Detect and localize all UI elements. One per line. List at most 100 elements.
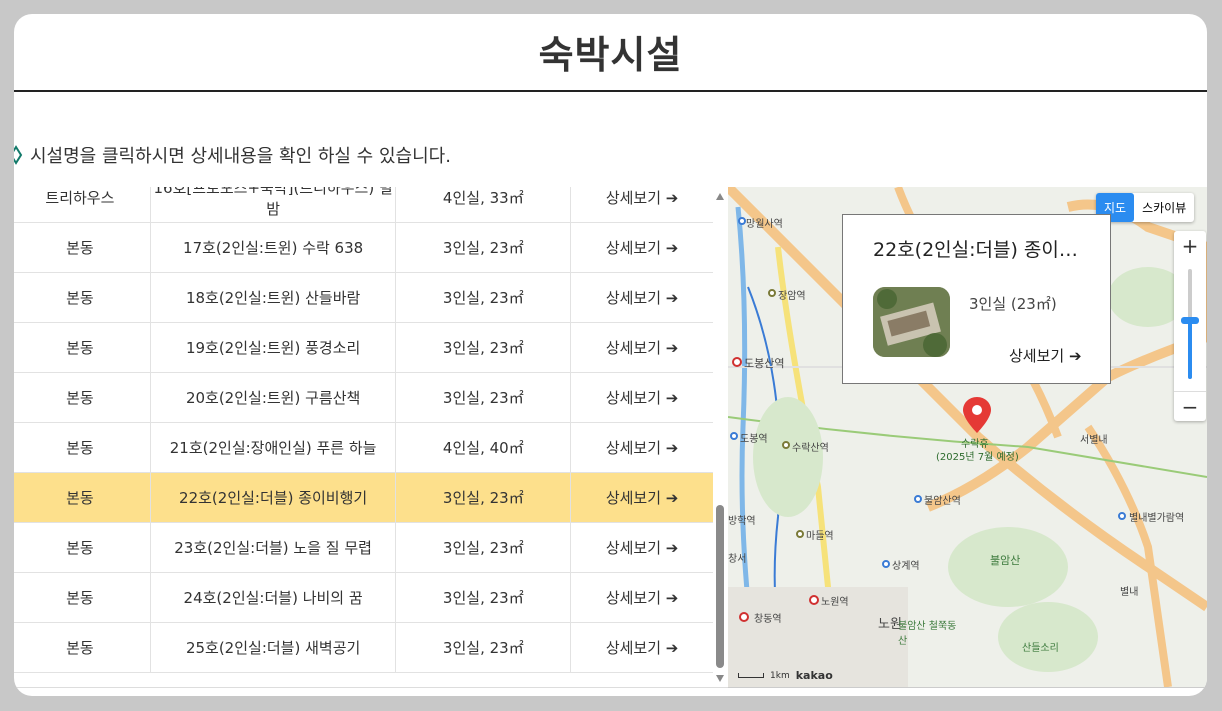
facility-name-cell[interactable]: 21호(2인실:장애인실) 푸른 하늘 xyxy=(150,422,397,473)
detail-link[interactable]: 상세보기 ➔ xyxy=(570,572,713,623)
table-row[interactable]: 본동 21호(2인실:장애인실) 푸른 하늘 4인실, 40㎡ 상세보기 ➔ xyxy=(14,422,713,473)
capacity-cell: 3인실, 23㎡ xyxy=(395,622,572,673)
capacity-cell: 3인실, 23㎡ xyxy=(395,222,572,273)
map-label: 망월사역 xyxy=(746,219,783,230)
table-row[interactable]: 본동 19호(2인실:트윈) 풍경소리 3인실, 23㎡ 상세보기 ➔ xyxy=(14,322,713,373)
facility-name-cell[interactable]: 18호(2인실:트윈) 산들바람 xyxy=(150,272,397,323)
detail-link[interactable]: 상세보기 ➔ xyxy=(570,187,713,223)
detail-link[interactable]: 상세보기 ➔ xyxy=(570,272,713,323)
facility-name-cell[interactable]: 22호(2인실:더블) 종이비행기 xyxy=(150,472,397,523)
map-label: 마들역 xyxy=(806,531,834,542)
capacity-cell: 3인실, 23㎡ xyxy=(395,522,572,573)
facility-table-container[interactable]: 트리하우스 16호[프로포즈+숙박](트리하우스) 별밤 4인실, 33㎡ 상세보기 … xyxy=(14,187,728,688)
facility-name-cell[interactable]: 17호(2인실:트윈) 수락 638 xyxy=(150,222,397,273)
table-row[interactable]: 본동 24호(2인실:더블) 나비의 꿈 3인실, 23㎡ 상세보기 ➔ xyxy=(14,572,713,623)
popup-thumbnail xyxy=(873,287,950,357)
notice: 시설명을 클릭하시면 상세내용을 확인 하실 수 있습니다. xyxy=(14,142,451,168)
capacity-cell: 3인실, 23㎡ xyxy=(395,472,572,523)
building-cell: 본동 xyxy=(14,372,151,423)
facility-table: 트리하우스 16호[프로포즈+숙박](트리하우스) 별밤 4인실, 33㎡ 상세보기 … xyxy=(14,187,713,673)
map-label: 창서 xyxy=(728,554,747,565)
detail-link[interactable]: 상세보기 ➔ xyxy=(570,522,713,573)
scale-label: 1km xyxy=(770,670,790,681)
facility-name-cell[interactable]: 25호(2인실:더블) 새벽공기 xyxy=(150,622,397,673)
table-row[interactable]: 본동 25호(2인실:더블) 새벽공기 3인실, 23㎡ 상세보기 ➔ xyxy=(14,622,713,673)
notice-text: 시설명을 클릭하시면 상세내용을 확인 하실 수 있습니다. xyxy=(30,146,451,167)
title-divider xyxy=(14,90,1207,92)
map-label: 창동역 xyxy=(754,614,782,625)
table-row[interactable]: 본동 18호(2인실:트윈) 산들바람 3인실, 23㎡ 상세보기 ➔ xyxy=(14,272,713,323)
detail-link[interactable]: 상세보기 ➔ xyxy=(570,622,713,673)
capacity-cell: 3인실, 23㎡ xyxy=(395,322,572,373)
facility-name-cell[interactable]: 19호(2인실:트윈) 풍경소리 xyxy=(150,322,397,373)
table-row[interactable]: 본동 23호(2인실:더블) 노을 질 무렵 3인실, 23㎡ 상세보기 ➔ xyxy=(14,522,713,573)
popup-title: 22호(2인실:더블) 종이비행기 xyxy=(873,239,1093,261)
table-row[interactable]: 본동 22호(2인실:더블) 종이비행기 3인실, 23㎡ 상세보기 ➔ xyxy=(14,472,713,523)
scroll-up-arrow-icon[interactable] xyxy=(716,193,724,200)
zoom-in-button[interactable]: + xyxy=(1174,231,1206,261)
building-cell: 본동 xyxy=(14,622,151,673)
detail-link[interactable]: 상세보기 ➔ xyxy=(570,372,713,423)
marker-note: (2025년 7월 예정) xyxy=(936,452,1019,463)
map-label: 별내별가람역 xyxy=(1129,513,1185,524)
map-label: 수락산역 xyxy=(792,443,829,454)
building-cell: 본동 xyxy=(14,522,151,573)
building-cell: 본동 xyxy=(14,422,151,473)
kakao-logo: kakao xyxy=(795,669,833,682)
zoom-out-button[interactable]: − xyxy=(1174,391,1206,422)
capacity-cell: 4인실, 33㎡ xyxy=(395,187,572,223)
page-title: 숙박시설 xyxy=(538,33,683,77)
detail-link[interactable]: 상세보기 ➔ xyxy=(570,422,713,473)
capacity-cell: 4인실, 40㎡ xyxy=(395,422,572,473)
facility-name-cell[interactable]: 20호(2인실:트윈) 구름산책 xyxy=(150,372,397,423)
map-label: 별내 xyxy=(1120,587,1139,598)
building-cell: 트리하우스 xyxy=(14,187,151,223)
popup-capacity: 3인실 (23㎡) xyxy=(969,295,1057,313)
building-cell: 본동 xyxy=(14,472,151,523)
map-label: 불암산 xyxy=(990,554,1021,567)
map-view[interactable]: 망월사역 장암역 도봉산역 도봉역 수락산역 불암산역 마들역 상계역 노원역 … xyxy=(728,187,1207,688)
table-row[interactable]: 트리하우스 16호[프로포즈+숙박](트리하우스) 별밤 4인실, 33㎡ 상세보기 … xyxy=(14,187,713,223)
detail-link[interactable]: 상세보기 ➔ xyxy=(570,322,713,373)
map-label: 불암산역 xyxy=(924,496,961,507)
map-label: 도봉산역 xyxy=(744,357,785,370)
map-label: 산들소리 xyxy=(1022,643,1059,654)
scroll-down-arrow-icon[interactable] xyxy=(716,675,724,682)
table-row[interactable]: 본동 20호(2인실:트윈) 구름산책 3인실, 23㎡ 상세보기 ➔ xyxy=(14,372,713,423)
info-popup: 22호(2인실:더블) 종이비행기 3인실 (23㎡) 상세보기 ➔ xyxy=(842,214,1111,384)
capacity-cell: 3인실, 23㎡ xyxy=(395,372,572,423)
table-row[interactable]: 본동 17호(2인실:트윈) 수락 638 3인실, 23㎡ 상세보기 ➔ xyxy=(14,222,713,273)
map-pin-icon[interactable] xyxy=(961,395,993,435)
map-label: 장암역 xyxy=(778,291,806,302)
facility-name-cell[interactable]: 24호(2인실:더블) 나비의 꿈 xyxy=(150,572,397,623)
facility-name-cell[interactable]: 23호(2인실:더블) 노을 질 무렵 xyxy=(150,522,397,573)
map-label: 불암산 철쭉동산 xyxy=(898,621,957,647)
scrollbar-thumb[interactable] xyxy=(716,505,724,668)
room-photo-image xyxy=(873,287,950,357)
location-marker[interactable] xyxy=(961,395,993,439)
building-cell: 본동 xyxy=(14,222,151,273)
location-pin-icon xyxy=(14,145,23,165)
zoom-control: + − xyxy=(1174,231,1206,421)
map-label: 도봉역 xyxy=(740,434,768,445)
zoom-handle[interactable] xyxy=(1181,317,1199,324)
popup-detail-link[interactable]: 상세보기 ➔ xyxy=(1009,345,1082,366)
facility-name-cell[interactable]: 16호[프로포즈+숙박](트리하우스) 별밤 xyxy=(150,187,397,223)
capacity-cell: 3인실, 23㎡ xyxy=(395,572,572,623)
map-type-skyview-button[interactable]: 스카이뷰 xyxy=(1134,193,1194,222)
detail-link[interactable]: 상세보기 ➔ xyxy=(570,222,713,273)
map-label: 상계역 xyxy=(892,561,920,572)
map-scale: 1km kakao xyxy=(738,669,833,682)
scale-bar xyxy=(738,673,764,678)
page-card: 숙박시설 시설명을 클릭하시면 상세내용을 확인 하실 수 있습니다. 트리하우… xyxy=(14,14,1207,696)
capacity-cell: 3인실, 23㎡ xyxy=(395,272,572,323)
map-label: 방학역 xyxy=(728,516,756,527)
building-cell: 본동 xyxy=(14,572,151,623)
zoom-level-fill xyxy=(1188,319,1192,379)
building-cell: 본동 xyxy=(14,322,151,373)
table-scrollbar[interactable] xyxy=(713,187,727,687)
detail-link[interactable]: 상세보기 ➔ xyxy=(570,472,713,523)
building-cell: 본동 xyxy=(14,272,151,323)
map-label: 서별내 xyxy=(1080,435,1108,446)
map-label: 노원역 xyxy=(821,597,849,608)
